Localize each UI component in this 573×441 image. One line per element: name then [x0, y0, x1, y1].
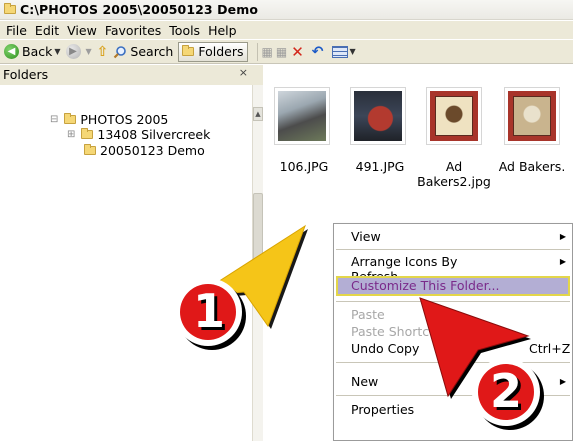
- menu-item-view[interactable]: View: [351, 228, 381, 246]
- photo-thumbnail-image: [354, 91, 402, 141]
- menu-edit[interactable]: Edit: [31, 23, 63, 38]
- file-thumbnail[interactable]: [350, 87, 406, 145]
- views-dropdown-icon[interactable]: ▼: [350, 47, 356, 56]
- submenu-arrow-icon: ▶: [559, 232, 566, 241]
- folders-button[interactable]: Folders: [178, 41, 248, 62]
- step-1-number: 1: [192, 284, 225, 338]
- tree-item-label: 13408 Silvercreek: [97, 126, 211, 142]
- step-2-number: 2: [489, 364, 522, 418]
- title-bar: C:\PHOTOS 2005\20050123 Demo: [0, 0, 573, 20]
- photo-thumbnail-image: [278, 91, 326, 141]
- menu-item-properties[interactable]: Properties: [351, 401, 414, 419]
- open-folder-icon: [84, 143, 96, 155]
- search-icon: [114, 45, 127, 58]
- folder-icon: [4, 3, 16, 14]
- back-dropdown-icon[interactable]: ▼: [54, 47, 60, 56]
- ad-thumbnail-image: [430, 91, 478, 141]
- folder-icon: [64, 112, 77, 124]
- tree-item-photos-2005[interactable]: ⊟ PHOTOS 2005: [50, 111, 168, 127]
- tree-item-label: 20050123 Demo: [100, 142, 205, 158]
- close-icon[interactable]: ×: [239, 66, 248, 79]
- up-folder-icon: ⇧: [96, 43, 109, 60]
- folders-pane-header: Folders: [0, 65, 263, 85]
- forward-dropdown-icon[interactable]: ▼: [86, 47, 92, 56]
- move-to-icon[interactable]: ▦: [262, 45, 273, 59]
- search-label: Search: [130, 44, 174, 59]
- search-button[interactable]: Search: [113, 42, 173, 62]
- views-icon[interactable]: [331, 45, 348, 58]
- expand-icon[interactable]: ⊞: [67, 129, 75, 140]
- folders-pane-title: Folders: [3, 67, 49, 82]
- menu-bar: File Edit View Favorites Tools Help: [0, 21, 573, 39]
- folders-label: Folders: [198, 44, 244, 59]
- back-arrow-icon: ◀: [4, 44, 19, 59]
- menu-file[interactable]: File: [2, 23, 31, 38]
- back-button[interactable]: ◀ Back ▼: [4, 42, 61, 62]
- collapse-icon[interactable]: ⊟: [50, 114, 58, 125]
- menu-item-new[interactable]: New: [351, 373, 378, 391]
- delete-icon[interactable]: ✕: [291, 43, 304, 61]
- ad-thumbnail-image: [508, 91, 556, 141]
- menu-item-paste[interactable]: Paste: [351, 306, 385, 324]
- window-title: C:\PHOTOS 2005\20050123 Demo: [20, 2, 259, 17]
- toolbar-separator: [256, 42, 258, 61]
- toolbar: ◀ Back ▼ ▶ ▼ ⇧ Search Folders ▦ ▦ ✕ ↶ ▼: [0, 40, 573, 64]
- tree-item-label: PHOTOS 2005: [80, 111, 169, 127]
- file-thumbnail[interactable]: [504, 87, 560, 145]
- forward-arrow-icon: ▶: [65, 44, 81, 59]
- menu-favorites[interactable]: Favorites: [101, 23, 165, 38]
- tree-item-13408-silvercreek[interactable]: ⊞ 13408 Silvercreek: [67, 126, 210, 142]
- folders-icon: [182, 45, 195, 56]
- file-name[interactable]: Ad Bakers.: [492, 159, 572, 174]
- copy-to-icon[interactable]: ▦: [276, 45, 287, 59]
- undo-icon[interactable]: ↶: [312, 44, 324, 60]
- file-thumbnail[interactable]: [274, 87, 330, 145]
- file-name[interactable]: 491.JPG: [340, 159, 420, 174]
- forward-button[interactable]: ▶ ▼: [65, 42, 92, 62]
- submenu-arrow-icon: ▶: [559, 377, 566, 386]
- back-label: Back: [22, 44, 53, 59]
- scroll-up-icon[interactable]: ▲: [253, 107, 263, 121]
- menu-view[interactable]: View: [63, 23, 101, 38]
- menu-help[interactable]: Help: [204, 23, 241, 38]
- tree-item-20050123-demo[interactable]: 20050123 Demo: [84, 142, 205, 158]
- file-thumbnail[interactable]: [426, 87, 482, 145]
- up-folder-button[interactable]: ⇧: [97, 42, 109, 62]
- submenu-arrow-icon: ▶: [559, 257, 566, 266]
- file-name[interactable]: 106.JPG: [264, 159, 344, 174]
- file-name[interactable]: Ad Bakers2.jpg: [414, 159, 494, 189]
- menu-separator: [336, 249, 570, 250]
- menu-tools[interactable]: Tools: [165, 23, 204, 38]
- folder-icon: [81, 127, 94, 139]
